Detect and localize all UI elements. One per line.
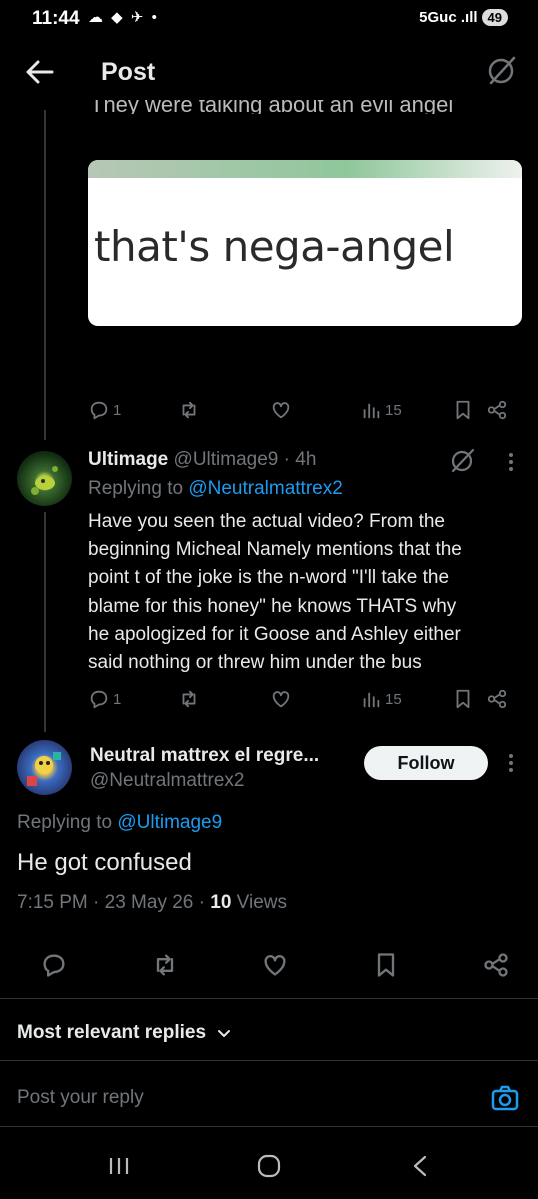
- reply-icon: [90, 690, 108, 709]
- reply-button[interactable]: 1: [88, 688, 178, 710]
- replying-handle-link[interactable]: @Neutralmattrex2: [188, 478, 342, 499]
- post-image[interactable]: that's nega-angel: [88, 160, 522, 326]
- views-icon: [363, 692, 380, 708]
- reply-text-line: point t of the joke is the n-word "I'll …: [88, 567, 450, 589]
- bookmark-icon: [456, 689, 470, 709]
- divider: [0, 1126, 538, 1127]
- like-button[interactable]: [270, 688, 360, 710]
- battery-icon: 49: [481, 9, 508, 26]
- repost-button[interactable]: [178, 688, 270, 710]
- post-actions: 1 15: [88, 399, 516, 421]
- bookmark-icon: [456, 400, 470, 420]
- network-indicator: 5Guc .ıll: [419, 9, 478, 26]
- views-count: 15: [385, 401, 402, 419]
- views-icon: [363, 403, 380, 419]
- reply-text-line: blame for this honey" he knows THATS why: [88, 595, 457, 617]
- reply-count: 1: [113, 401, 122, 419]
- avatar[interactable]: [17, 451, 72, 506]
- more-options-icon[interactable]: [505, 751, 517, 775]
- system-nav-bar: [0, 1130, 538, 1199]
- more-options-icon[interactable]: [505, 450, 517, 474]
- heart-icon: [264, 955, 286, 976]
- repost-button[interactable]: [178, 399, 270, 421]
- reply-count: 1: [113, 690, 122, 708]
- reply-text-line: he apologized for it Goose and Ashley ei…: [88, 623, 461, 645]
- grok-icon[interactable]: [486, 54, 518, 86]
- share-icon: [487, 689, 507, 709]
- heart-icon: [272, 691, 290, 708]
- avatar[interactable]: [17, 740, 72, 795]
- views-count: 15: [385, 690, 402, 708]
- recent-apps-icon[interactable]: [108, 1156, 130, 1176]
- views-button[interactable]: 15: [360, 688, 452, 710]
- divider: [0, 998, 538, 999]
- share-button[interactable]: [486, 688, 508, 710]
- main-post-actions: [40, 951, 510, 979]
- thread-line: [44, 110, 46, 440]
- bookmark-button[interactable]: [452, 399, 486, 421]
- status-notification-icons: ☁ ◆ ✈ •: [88, 9, 159, 26]
- reply-text-line: said nothing or threw him under the bus: [88, 652, 422, 674]
- chevron-down-icon: [218, 1030, 231, 1037]
- bookmark-button[interactable]: [372, 951, 400, 979]
- grok-icon[interactable]: [449, 446, 477, 474]
- views-count: 10: [210, 892, 232, 913]
- thread-line: [44, 512, 46, 732]
- back-arrow-icon[interactable]: [22, 55, 56, 89]
- replying-prefix: Replying to: [88, 478, 184, 499]
- replying-to: Replying to @Ultimage9: [17, 812, 222, 834]
- repost-button[interactable]: [151, 951, 179, 979]
- bookmark-icon: [377, 953, 394, 977]
- repost-icon: [182, 690, 196, 708]
- reply-text: Have you seen the actual video? From the…: [88, 508, 528, 677]
- replying-handle-link[interactable]: @Ultimage9: [117, 812, 222, 833]
- replies-sort-dropdown[interactable]: Most relevant replies: [17, 1022, 232, 1044]
- replying-prefix: Replying to: [17, 812, 113, 833]
- author-name[interactable]: Ultimage: [88, 449, 168, 470]
- like-button[interactable]: [270, 399, 360, 421]
- reply-icon: [90, 401, 108, 420]
- image-text: that's nega-angel: [94, 222, 455, 271]
- reply-text-line: beginning Micheal Namely mentions that t…: [88, 539, 462, 561]
- post-timestamp: 7:15 PM · 23 May 26 ·: [17, 892, 205, 913]
- views-button[interactable]: 15: [360, 399, 452, 421]
- reply-header: Ultimage @Ultimage9 · 4h: [88, 449, 316, 471]
- post-actions: 1 15: [88, 688, 516, 710]
- reply-button[interactable]: 1: [88, 399, 178, 421]
- divider: [0, 1060, 538, 1061]
- camera-icon[interactable]: [490, 1083, 520, 1113]
- image-top-strip: [88, 160, 522, 178]
- quoted-caption-cut: They were talking about an evil angel: [90, 100, 454, 114]
- heart-icon: [272, 402, 290, 419]
- share-icon: [484, 953, 508, 977]
- post-time: · 4h: [283, 449, 317, 470]
- reply-icon: [43, 954, 65, 977]
- reply-input[interactable]: Post your reply: [17, 1087, 477, 1109]
- reply-text-line: Have you seen the actual video? From the: [88, 511, 445, 532]
- post-meta: 7:15 PM · 23 May 26 · 10 Views: [17, 892, 287, 914]
- repost-icon: [156, 954, 173, 976]
- status-right: 5Guc .ıll 49: [419, 9, 508, 26]
- reply-button[interactable]: [40, 951, 68, 979]
- page-title: Post: [101, 58, 156, 86]
- follow-button[interactable]: Follow: [364, 746, 488, 780]
- replying-to: Replying to @Neutralmattrex2: [88, 478, 343, 500]
- post-text: He got confused: [17, 849, 192, 876]
- like-button[interactable]: [261, 951, 289, 979]
- share-button[interactable]: [482, 951, 510, 979]
- bookmark-button[interactable]: [452, 688, 486, 710]
- status-time: 11:44: [32, 8, 80, 29]
- share-button[interactable]: [486, 399, 508, 421]
- back-nav-icon[interactable]: [410, 1154, 430, 1178]
- author-name[interactable]: Neutral mattrex el regre...: [90, 745, 319, 767]
- author-handle[interactable]: @Neutralmattrex2: [90, 770, 244, 792]
- author-handle[interactable]: @Ultimage9: [174, 449, 279, 470]
- share-icon: [487, 400, 507, 420]
- replies-sort-label: Most relevant replies: [17, 1022, 207, 1043]
- repost-icon: [182, 401, 196, 419]
- views-label: Views: [236, 892, 288, 913]
- home-icon[interactable]: [256, 1153, 282, 1179]
